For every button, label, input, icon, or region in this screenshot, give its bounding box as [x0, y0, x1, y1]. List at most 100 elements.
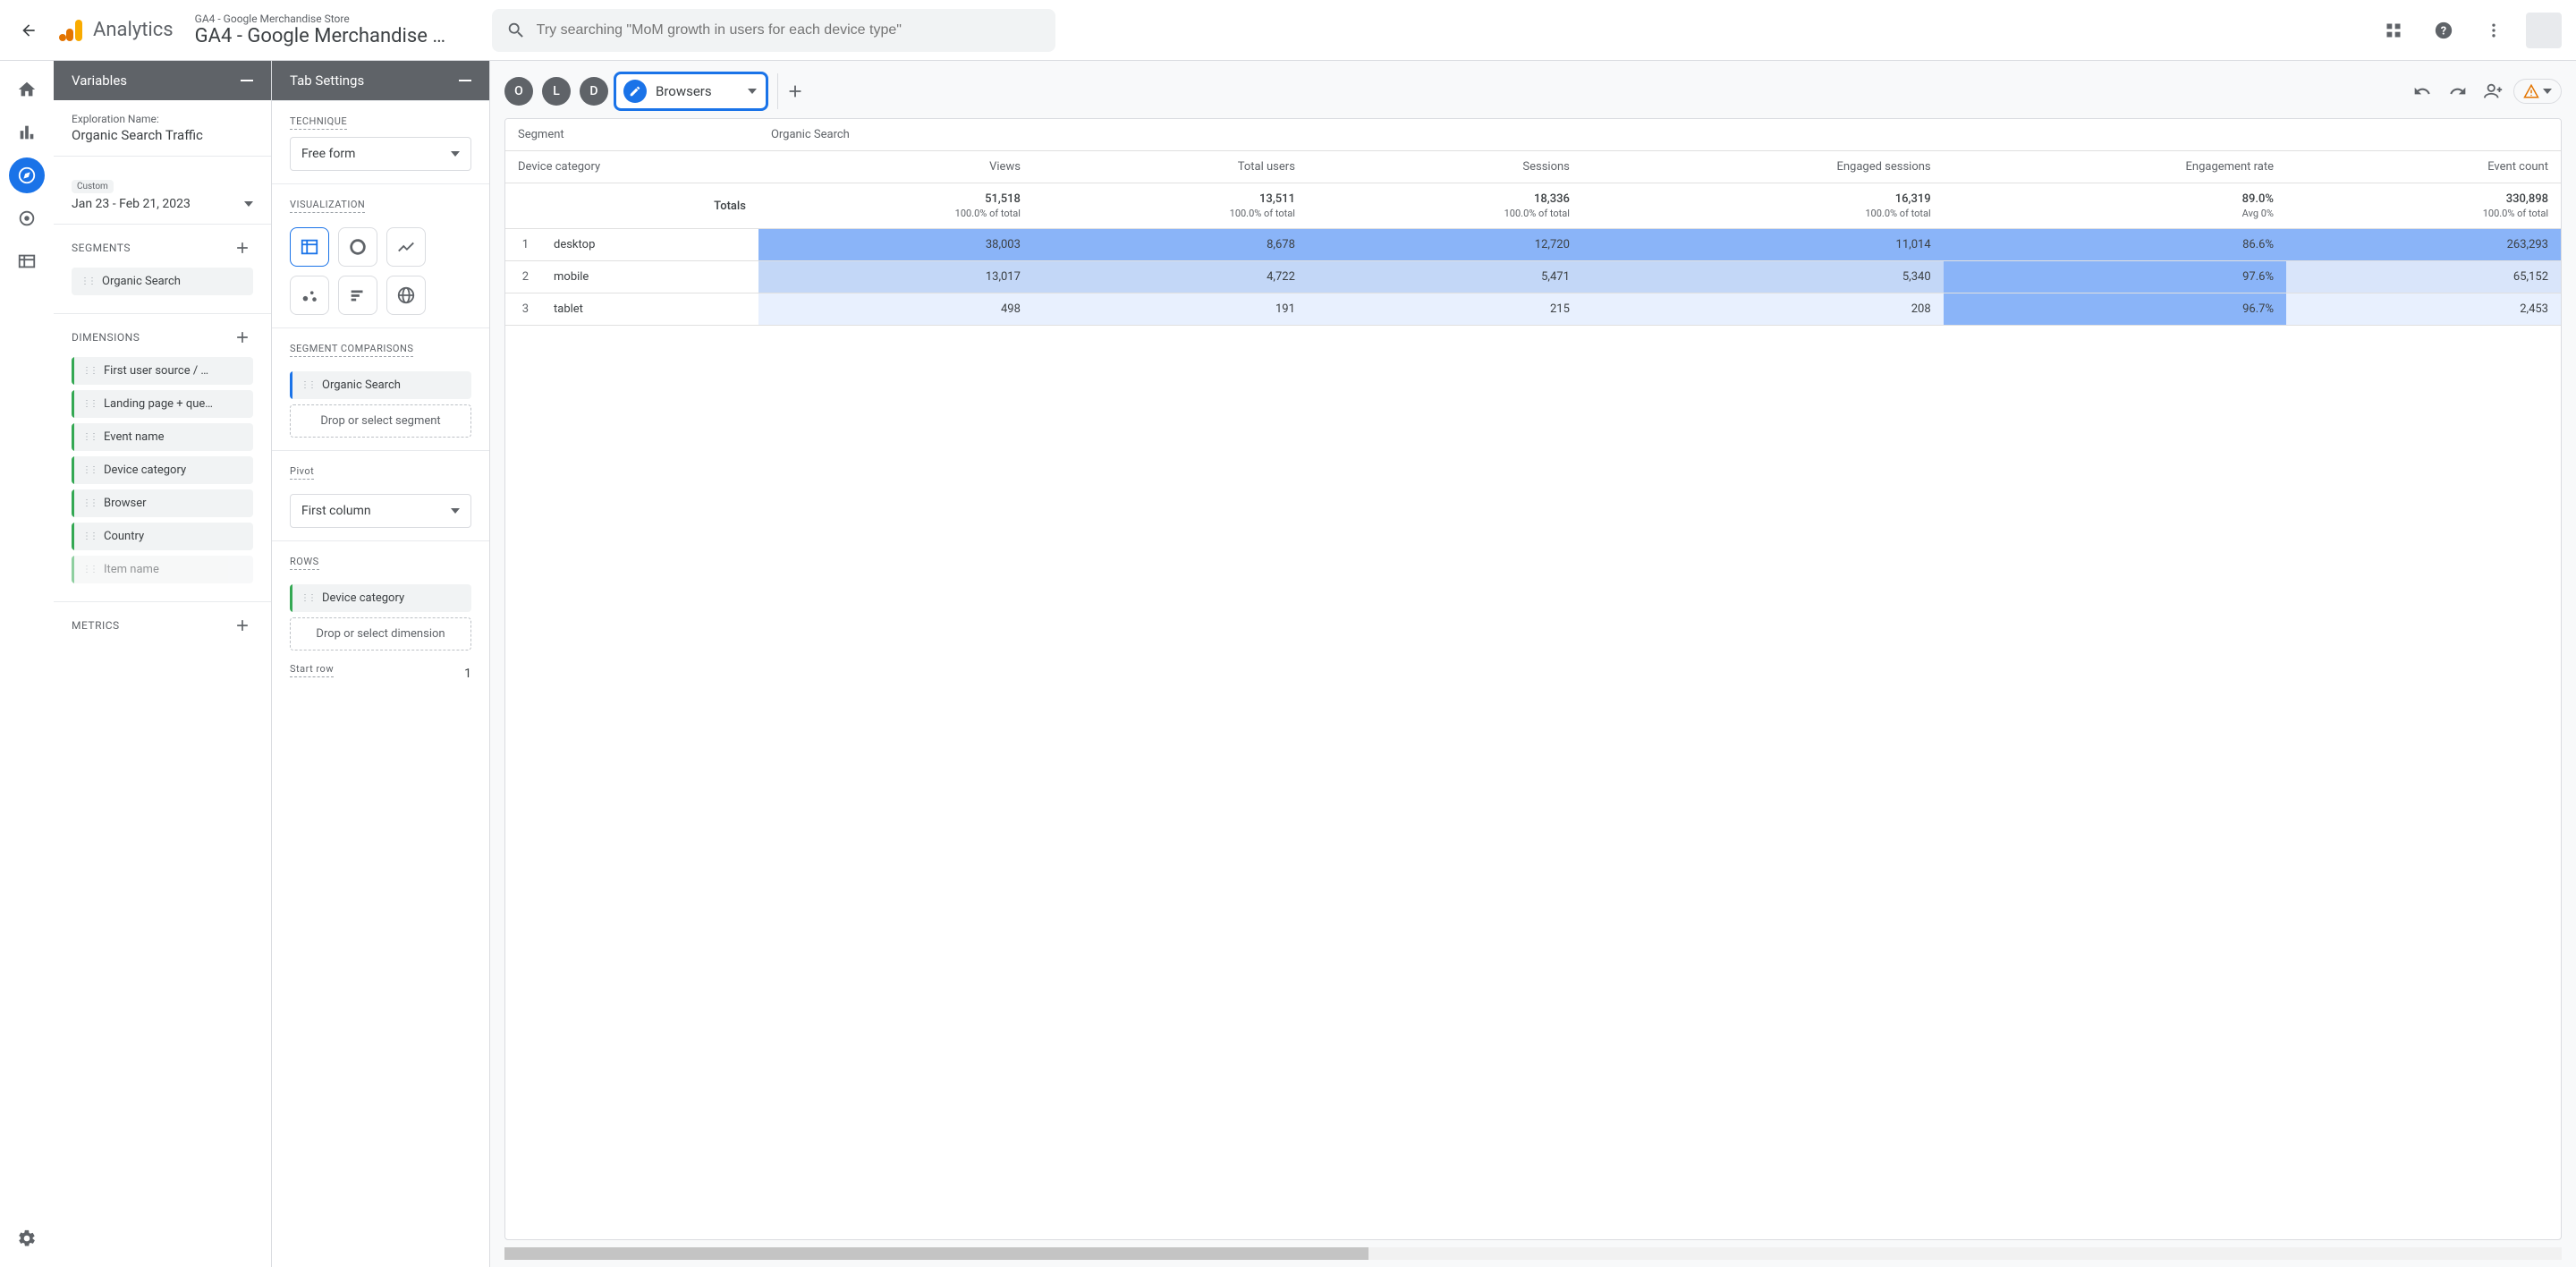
pivot-select[interactable]: First column — [290, 494, 471, 528]
metric-cell: 97.6% — [1944, 261, 2286, 293]
sampling-warning-button[interactable] — [2513, 79, 2562, 104]
metric-cell: 65,152 — [2286, 261, 2561, 293]
metric-cell: 38,003 — [758, 229, 1033, 261]
target-icon — [17, 208, 37, 228]
segment-dropzone[interactable]: Drop or select segment — [290, 404, 471, 438]
tabs-row: OLD Browsers — [497, 68, 2569, 111]
row-dimension-chip[interactable]: ⋮⋮Device category — [290, 584, 471, 612]
rows-dropzone[interactable]: Drop or select dimension — [290, 617, 471, 651]
tab-chip[interactable]: L — [542, 77, 571, 106]
account-avatar[interactable] — [2526, 13, 2562, 48]
nav-reports[interactable] — [9, 115, 45, 150]
drag-handle-icon: ⋮⋮ — [301, 381, 315, 390]
line-icon — [396, 237, 416, 257]
results-table: Segment Organic Search Device categoryVi… — [505, 119, 2561, 326]
variables-header: Variables — [54, 61, 271, 100]
segment-comparison-chip[interactable]: ⋮⋮ Organic Search — [290, 371, 471, 399]
logo-text: Analytics — [93, 19, 174, 41]
tab-settings-header: Tab Settings — [272, 61, 489, 100]
metric-header[interactable]: Engaged sessions — [1582, 151, 1944, 183]
viz-scatter-button[interactable] — [290, 276, 329, 315]
drag-handle-icon: ⋮⋮ — [82, 367, 97, 376]
dimension-chip[interactable]: ⋮⋮Event name — [72, 423, 253, 451]
redo-button[interactable] — [2442, 75, 2474, 107]
collapse-settings-button[interactable] — [459, 80, 471, 81]
viz-geo-button[interactable] — [386, 276, 426, 315]
add-metric-button[interactable] — [232, 615, 253, 636]
metric-header[interactable]: Event count — [2286, 151, 2561, 183]
viz-bar-button[interactable] — [338, 276, 377, 315]
start-row-value[interactable]: 1 — [464, 667, 471, 681]
add-dimension-button[interactable] — [232, 327, 253, 348]
plus-icon — [785, 81, 805, 101]
property-title: GA4 - Google Merchandise … — [195, 25, 463, 47]
dimension-chip[interactable]: ⋮⋮Landing page + que… — [72, 390, 253, 418]
exploration-name-value[interactable]: Organic Search Traffic — [72, 127, 253, 143]
metric-header[interactable]: Total users — [1033, 151, 1308, 183]
header-actions: ? — [2376, 13, 2562, 48]
date-range-picker[interactable]: Jan 23 - Feb 21, 2023 — [72, 197, 253, 211]
search-box[interactable] — [492, 9, 1055, 52]
pencil-icon — [629, 85, 641, 98]
dimension-chip[interactable]: ⋮⋮Device category — [72, 456, 253, 484]
tab-chip[interactable]: D — [580, 77, 608, 106]
metric-header[interactable]: Views — [758, 151, 1033, 183]
property-title-block[interactable]: GA4 - Google Merchandise Store GA4 - Goo… — [195, 13, 463, 47]
table-row[interactable]: 3tablet49819121520896.7%2,453 — [505, 293, 2561, 326]
start-row-label: Start row — [290, 663, 334, 677]
metric-header[interactable]: Engagement rate — [1944, 151, 2286, 183]
bar-icon — [348, 285, 368, 305]
back-button[interactable] — [14, 16, 43, 45]
totals-cell: 330,898100.0% of total — [2286, 183, 2561, 229]
search-container — [492, 9, 1055, 52]
metric-cell: 4,722 — [1033, 261, 1308, 293]
nav-explore[interactable] — [9, 157, 45, 193]
minus-icon — [459, 80, 471, 81]
date-range-value: Jan 23 - Feb 21, 2023 — [72, 197, 191, 211]
dimension-chip[interactable]: ⋮⋮Item name — [72, 556, 253, 583]
active-tab[interactable]: Browsers — [614, 72, 768, 111]
tab-settings-title: Tab Settings — [290, 72, 364, 89]
chip-label: Landing page + que… — [104, 397, 213, 411]
nav-admin[interactable] — [9, 1220, 45, 1256]
row-index: 1 — [505, 229, 541, 261]
undo-button[interactable] — [2406, 75, 2438, 107]
dimension-chip[interactable]: ⋮⋮Browser — [72, 489, 253, 517]
chip-label: Device category — [322, 591, 404, 605]
add-tab-button[interactable] — [777, 73, 813, 109]
chip-label: Organic Search — [322, 378, 401, 392]
table-viz-icon — [300, 237, 319, 257]
viz-donut-button[interactable] — [338, 227, 377, 267]
add-segment-button[interactable] — [232, 237, 253, 259]
technique-select[interactable]: Free form — [290, 137, 471, 171]
more-button[interactable] — [2476, 13, 2512, 48]
variables-panel: Variables Exploration Name: Organic Sear… — [54, 61, 272, 1267]
nav-configure[interactable] — [9, 243, 45, 279]
property-subtitle: GA4 - Google Merchandise Store — [195, 13, 463, 25]
search-input[interactable] — [537, 22, 1041, 38]
nav-advertising[interactable] — [9, 200, 45, 236]
totals-cell: 89.0%Avg 0% — [1944, 183, 2286, 229]
results-table-wrap[interactable]: Segment Organic Search Device categoryVi… — [504, 118, 2562, 1240]
metric-header[interactable]: Sessions — [1308, 151, 1582, 183]
horizontal-scrollbar[interactable] — [504, 1247, 2562, 1260]
nav-home[interactable] — [9, 72, 45, 107]
help-button[interactable]: ? — [2426, 13, 2462, 48]
table-row[interactable]: 2mobile13,0174,7225,4715,34097.6%65,152 — [505, 261, 2561, 293]
tab-chip[interactable]: O — [504, 77, 533, 106]
metric-cell: 498 — [758, 293, 1033, 326]
scroll-thumb[interactable] — [504, 1247, 1368, 1260]
table-row[interactable]: 1desktop38,0038,67812,72011,01486.6%263,… — [505, 229, 2561, 261]
home-icon — [17, 80, 37, 99]
scatter-icon — [300, 285, 319, 305]
dimension-chip[interactable]: ⋮⋮Country — [72, 523, 253, 550]
collapse-variables-button[interactable] — [241, 80, 253, 81]
dimension-chip[interactable]: ⋮⋮First user source / … — [72, 357, 253, 385]
share-button[interactable] — [2478, 75, 2510, 107]
apps-button[interactable] — [2376, 13, 2411, 48]
viz-line-button[interactable] — [386, 227, 426, 267]
viz-table-button[interactable] — [290, 227, 329, 267]
segment-chip[interactable]: ⋮⋮Organic Search — [72, 268, 253, 295]
segment-header-value: Organic Search — [758, 119, 2561, 151]
metric-cell: 2,453 — [2286, 293, 2561, 326]
